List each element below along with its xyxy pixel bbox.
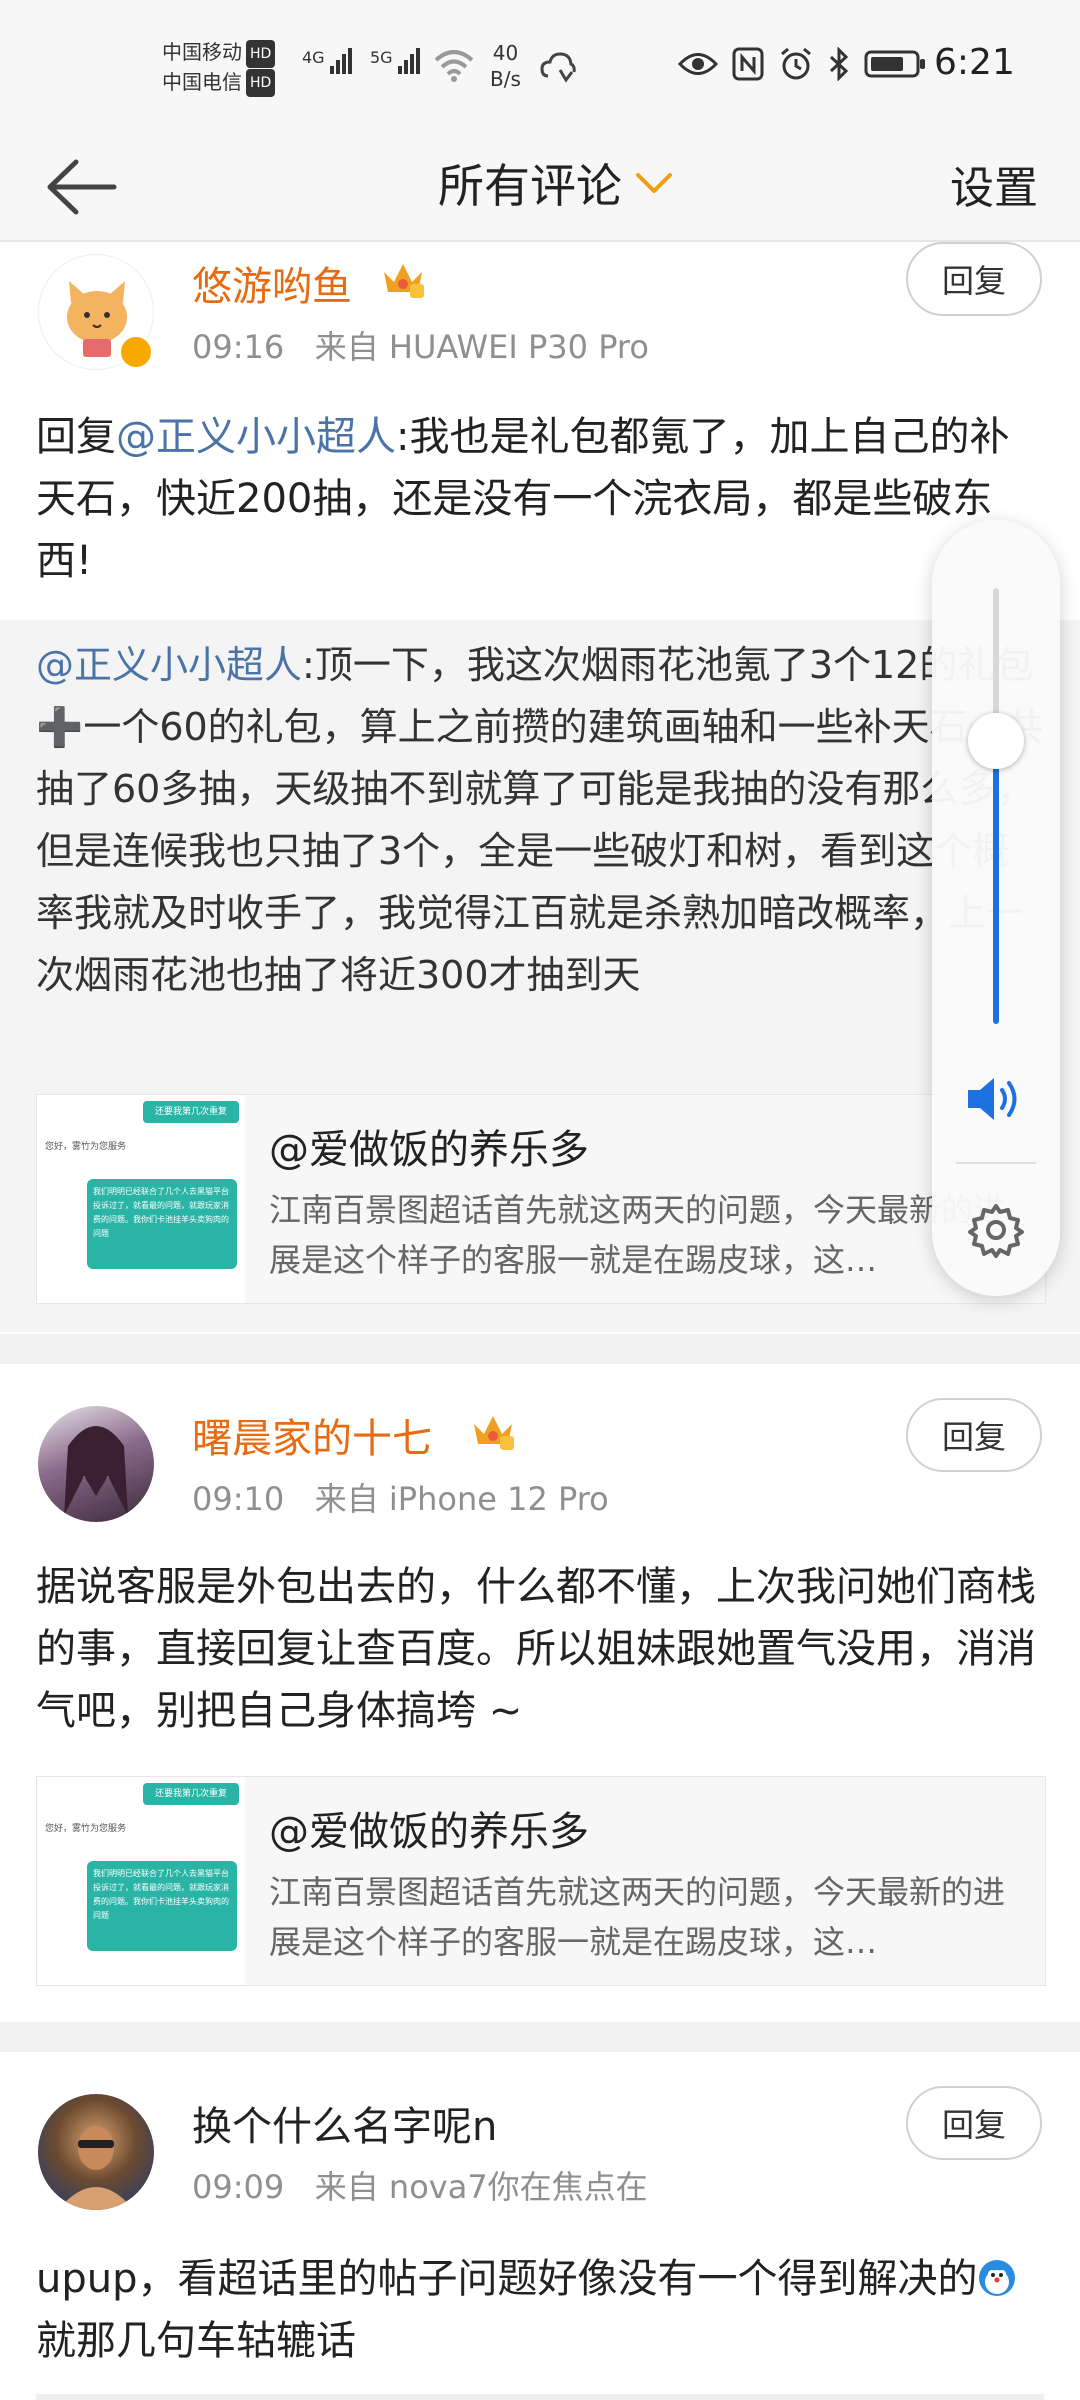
comment-meta: 09:09 来自 nova7你在焦点在 [192, 2162, 648, 2208]
next-card-edge [36, 2394, 1044, 2400]
quoted-body: :顶一下，我这次烟雨花池氪了3个12的礼包➕一个60的礼包，算上之前攒的建筑画轴… [36, 643, 1044, 997]
comment-meta: 09:16 来自 HUAWEI P30 Pro [192, 322, 649, 368]
status-bar: 中国移动 HD 中国电信 HD 4G 5G 40 B/s 6:21 [0, 0, 1080, 130]
volume-separator [956, 1162, 1036, 1164]
speed-value: 40 [492, 41, 519, 65]
comment-time: 09:16 [192, 328, 285, 366]
thumb-bubble-3: 我们明明已经联合了几个人去黑猫平台投诉过了，就看最的问题，就跟玩家消费的问题。我… [87, 1179, 237, 1269]
reply-button[interactable]: 回复 [906, 242, 1042, 316]
comment-item: 曙晨家的十七 09:10 来自 iPhone 12 Pro 回复 据说客服是外包… [0, 1364, 1080, 2004]
vip-crown-icon [384, 264, 424, 298]
quoted-comment[interactable]: @正义小小超人:顶一下，我这次烟雨花池氪了3个12的礼包➕一个60的礼包，算上之… [0, 620, 1080, 1332]
card-thumbnail: 还要我第几次重复 您好，雾竹为您服务 我们明明已经联合了几个人去黑猫平台投诉过了… [37, 1777, 245, 1985]
username[interactable]: 曙晨家的十七 [192, 1406, 432, 1464]
username[interactable]: 换个什么名字呢n [192, 2094, 497, 2152]
comment-time: 09:10 [192, 1480, 285, 1518]
comment-body-b: 就那几句车轱辘话 [36, 2318, 356, 2364]
comment-time: 09:09 [192, 2168, 285, 2206]
quoted-text: @正义小小超人:顶一下，我这次烟雨花池氪了3个12的礼包➕一个60的礼包，算上之… [36, 634, 1046, 1006]
net-speed: 40 B/s [490, 40, 521, 92]
top-nav-bar: 所有评论 设置 [0, 130, 1080, 242]
linked-post-card[interactable]: 还要我第几次重复 您好，雾竹为您服务 我们明明已经联合了几个人去黑猫平台投诉过了… [36, 1094, 1046, 1304]
comment-text: 据说客服是外包出去的，什么都不懂，上次我问她们商栈的事，直接回复让查百度。所以姐… [36, 1564, 1036, 1734]
card-description: 江南百景图超话首先就这两天的问题，今天最新的进展是这个样子的客服一就是在踢皮球，… [269, 1873, 1006, 1961]
vip-crown-icon [474, 1416, 514, 1450]
net-type-2: 5G [370, 48, 393, 67]
reply-button[interactable]: 回复 [906, 2086, 1042, 2160]
bluetooth-icon [829, 47, 849, 81]
hd-badge-2: HD [246, 69, 276, 97]
card-thumbnail: 还要我第几次重复 您好，雾竹为您服务 我们明明已经联合了几个人去黑猫平台投诉过了… [37, 1095, 245, 1303]
character-avatar-icon [64, 1426, 128, 1516]
thumb-bubble-2: 您好，雾竹为您服务 [45, 1142, 127, 1152]
alarm-icon [781, 47, 811, 80]
reply-prefix: 回复 [36, 414, 116, 460]
person-avatar-icon [58, 2126, 134, 2210]
linked-post-card[interactable]: 还要我第几次重复 您好，雾竹为您服务 我们明明已经联合了几个人去黑猫平台投诉过了… [36, 1776, 1046, 1986]
wifi-icon [434, 50, 474, 82]
arrow-left-icon [47, 159, 117, 215]
speed-unit: B/s [490, 67, 521, 91]
back-button[interactable] [40, 152, 120, 222]
username[interactable]: 悠游哟鱼 [192, 254, 352, 312]
carrier-1: 中国移动 [162, 40, 242, 64]
settings-button[interactable]: 设置 [950, 152, 1038, 216]
clock: 6:21 [934, 42, 1015, 83]
comment-item: 悠游哟鱼 09:16 来自 HUAWEI P30 Pro 回复 回复@正义小小超… [0, 242, 1080, 1332]
card-title: @爱做饭的养乐多 [269, 1809, 589, 1855]
comment-source: 来自 nova7你在焦点在 [314, 2168, 648, 2206]
comment-body-a: upup，看超话里的帖子问题好像没有一个得到解决的 [36, 2256, 978, 2302]
section-divider [0, 2022, 1080, 2052]
eye-icon [678, 53, 718, 75]
signal-4g-icon: 4G [302, 48, 354, 74]
thumb-bubble-1: 还要我第几次重复 [143, 1101, 239, 1123]
mention-link[interactable]: @正义小小超人 [116, 414, 396, 460]
thumb-bubble-3: 我们明明已经联合了几个人去黑猫平台投诉过了，就看最的问题，就跟玩家消费的问题。我… [87, 1861, 237, 1951]
volume-slider-handle[interactable] [968, 713, 1024, 769]
chevron-down-icon [636, 173, 672, 193]
comment-text: upup，看超话里的帖子问题好像没有一个得到解决的就那几句车轱辘话 [36, 2248, 1046, 2372]
page-title: 所有评论 [438, 159, 622, 213]
comment-meta: 09:10 来自 iPhone 12 Pro [192, 1474, 609, 1520]
gear-icon[interactable] [968, 1202, 1024, 1258]
carrier-2: 中国电信 [162, 69, 242, 94]
comment-text: 回复@正义小小超人:我也是礼包都氪了，加上自己的补天石，快近200抽，还是没有一… [36, 406, 1046, 592]
comment-item: 换个什么名字呢n 09:09 来自 nova7你在焦点在 回复 upup，看超话… [0, 2052, 1080, 2400]
card-description: 江南百景图超话首先就这两天的问题，今天最新的进展是这个样子的客服一就是在踢皮球，… [269, 1191, 1006, 1279]
carrier-info: 中国移动 HD 中国电信 HD [162, 38, 276, 97]
comment-source: 来自 HUAWEI P30 Pro [314, 328, 649, 366]
reply-button[interactable]: 回复 [906, 1398, 1042, 1472]
section-divider [0, 1334, 1080, 1364]
nfc-icon [732, 47, 764, 81]
volume-fill [993, 741, 999, 1024]
battery-icon [864, 50, 925, 78]
quoted-mention-link[interactable]: @正义小小超人 [36, 643, 302, 687]
cloud-sync-icon [540, 52, 576, 83]
net-type-1: 4G [302, 48, 325, 67]
thumb-bubble-1: 还要我第几次重复 [143, 1783, 239, 1805]
emoji-icon [979, 2260, 1016, 2296]
comment-filter-dropdown[interactable]: 所有评论 [438, 150, 674, 216]
avatar[interactable] [38, 1406, 154, 1522]
verified-badge-icon [118, 334, 154, 370]
comment-source: 来自 iPhone 12 Pro [314, 1480, 609, 1518]
thumb-bubble-2: 您好，雾竹为您服务 [45, 1824, 127, 1834]
status-icons [678, 46, 926, 82]
avatar[interactable] [38, 2094, 154, 2210]
card-title: @爱做饭的养乐多 [269, 1127, 589, 1173]
hd-badge-1: HD [246, 39, 276, 68]
speaker-icon[interactable] [964, 1072, 1028, 1126]
volume-panel[interactable] [932, 520, 1060, 1296]
signal-5g-icon: 5G [370, 48, 422, 74]
